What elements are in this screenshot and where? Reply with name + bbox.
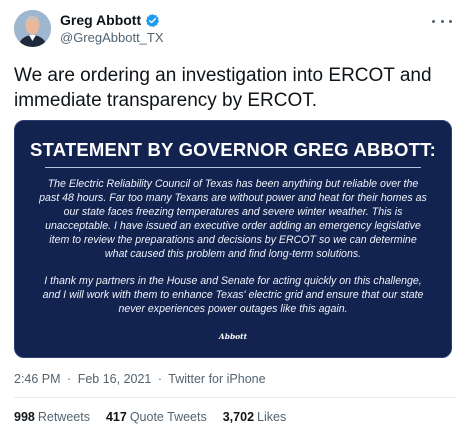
- statement-divider: [45, 167, 421, 168]
- quote-tweets-count: 417: [105, 410, 127, 424]
- meta-separator: ·: [67, 372, 72, 386]
- statement-title: STATEMENT BY GOVERNOR GREG ABBOTT:: [30, 139, 436, 160]
- avatar-photo: [14, 10, 51, 47]
- statement-paragraph-2: I thank my partners in the House and Sen…: [42, 274, 424, 315]
- statement-image[interactable]: STATEMENT BY GOVERNOR GREG ABBOTT: The E…: [14, 120, 452, 358]
- meta-separator: ·: [157, 372, 163, 386]
- retweets-label: Retweets: [37, 410, 90, 424]
- author-name-row: Greg Abbott: [60, 12, 160, 28]
- likes-stat[interactable]: 3,702 Likes: [223, 410, 286, 424]
- signature: Abbott: [218, 332, 248, 341]
- likes-count: 3,702: [222, 410, 255, 424]
- tweet-text: We are ordering an investigation into ER…: [14, 65, 432, 111]
- avatar[interactable]: [14, 10, 51, 47]
- retweets-stat[interactable]: 998 Retweets: [14, 410, 90, 424]
- more-options-icon[interactable]: [432, 14, 452, 28]
- tweet-meta: 2:46 PM · Feb 16, 2021 · Twitter for iPh…: [14, 372, 266, 386]
- quote-tweets-stat[interactable]: 417 Quote Tweets: [106, 410, 207, 424]
- statement-paragraph-1: The Electric Reliability Council of Texa…: [39, 178, 427, 261]
- retweets-count: 998: [14, 410, 35, 424]
- tweet-source[interactable]: Twitter for iPhone: [168, 372, 265, 386]
- author-name[interactable]: Greg Abbott: [60, 12, 141, 28]
- likes-label: Likes: [257, 410, 287, 424]
- tweet-date[interactable]: Feb 16, 2021: [78, 372, 152, 386]
- tweet-time[interactable]: 2:46 PM: [14, 372, 61, 386]
- divider: [14, 397, 456, 398]
- author-handle[interactable]: @GregAbbott_TX: [60, 30, 164, 45]
- statement-body: The Electric Reliability Council of Texa…: [37, 177, 429, 328]
- verified-badge-icon: [146, 13, 160, 27]
- tweet: Greg Abbott @GregAbbott_TX We are orderi…: [0, 0, 470, 434]
- quote-tweets-label: Quote Tweets: [129, 410, 207, 424]
- engagement-stats: 998 Retweets 417 Quote Tweets 3,702 Likes: [14, 410, 286, 424]
